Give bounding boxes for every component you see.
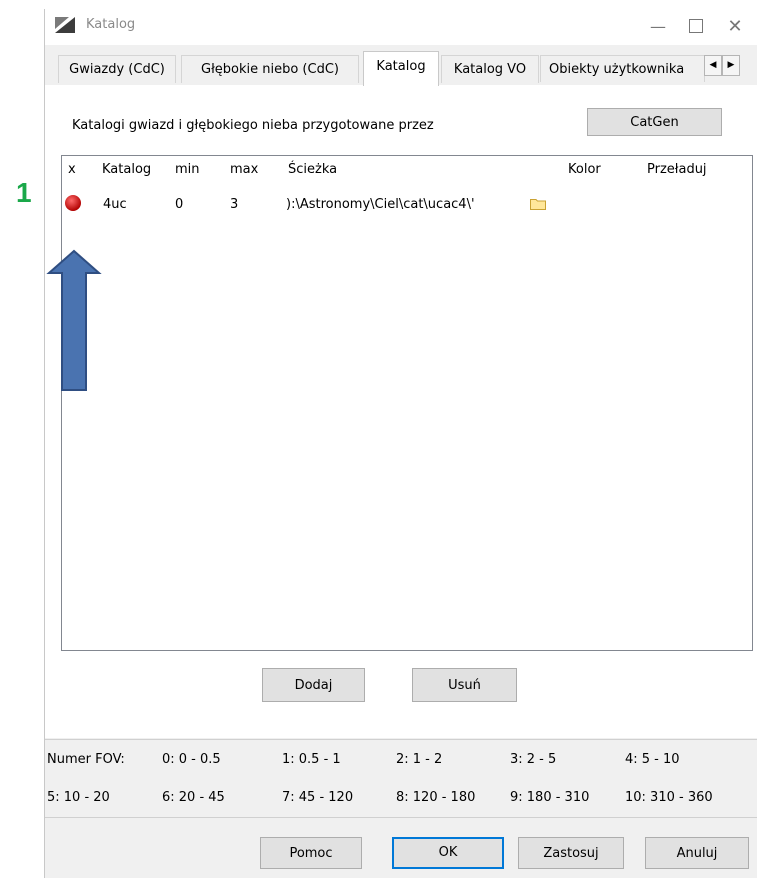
- minimize-icon[interactable]: —: [641, 10, 675, 42]
- row-min[interactable]: 0: [175, 197, 183, 212]
- row-path[interactable]: ):\Astronomy\Ciel\cat\ucac4\': [286, 197, 526, 212]
- close-icon[interactable]: ✕: [718, 10, 752, 42]
- tab-katalog[interactable]: Katalog: [363, 51, 439, 86]
- tab-gwiazdy[interactable]: Gwiazdy (CdC): [58, 55, 176, 83]
- up-arrow: [46, 249, 102, 391]
- fov-range: 9: 180 - 310: [510, 790, 590, 805]
- row-katalog: 4uc: [103, 197, 127, 212]
- column-header-max[interactable]: max: [230, 162, 258, 177]
- fov-range: 7: 45 - 120: [282, 790, 354, 805]
- catgen-button[interactable]: CatGen: [587, 108, 722, 136]
- column-header-przeladuj[interactable]: Przeładuj: [647, 162, 707, 177]
- fov-label: Numer FOV:: [47, 752, 125, 767]
- help-button[interactable]: Pomoc: [260, 837, 362, 869]
- red-dot-icon[interactable]: [64, 194, 82, 212]
- fov-range: 3: 2 - 5: [510, 752, 557, 767]
- cancel-button[interactable]: Anuluj: [645, 837, 749, 869]
- catalog-table[interactable]: [61, 155, 753, 651]
- column-header-min[interactable]: min: [175, 162, 200, 177]
- annotation-number: 1: [16, 177, 32, 208]
- row-max[interactable]: 3: [230, 197, 238, 212]
- remove-button[interactable]: Usuń: [412, 668, 517, 702]
- column-header-katalog[interactable]: Katalog: [102, 162, 151, 177]
- fov-range: 8: 120 - 180: [396, 790, 476, 805]
- fov-range: 1: 0.5 - 1: [282, 752, 341, 767]
- fov-range: 4: 5 - 10: [625, 752, 680, 767]
- fov-range: 2: 1 - 2: [396, 752, 443, 767]
- tab-obiekty-uzytkownika[interactable]: Obiekty użytkownika: [540, 55, 705, 82]
- window-title: Katalog: [86, 17, 136, 32]
- tab-katalog-vo[interactable]: Katalog VO: [441, 55, 539, 83]
- fov-range: 10: 310 - 360: [625, 790, 713, 805]
- divider: [45, 739, 757, 740]
- column-header-kolor[interactable]: Kolor: [568, 162, 601, 177]
- tab-scroll-left-icon[interactable]: ◀: [704, 55, 722, 76]
- maximize-icon[interactable]: [679, 10, 713, 42]
- column-header-sciezka[interactable]: Ścieżka: [288, 162, 337, 177]
- ok-button[interactable]: OK: [392, 837, 504, 869]
- add-button[interactable]: Dodaj: [262, 668, 365, 702]
- fov-range: 6: 20 - 45: [162, 790, 225, 805]
- catalog-description: Katalogi gwiazd i głębokiego nieba przyg…: [72, 118, 434, 133]
- column-header-x[interactable]: x: [68, 162, 76, 177]
- tab-glebokie-niebo[interactable]: Głębokie niebo (CdC): [181, 55, 359, 83]
- fov-range: 0: 0 - 0.5: [162, 752, 221, 767]
- divider: [45, 817, 757, 818]
- tab-scroll-right-icon[interactable]: ▶: [722, 55, 740, 76]
- fov-range: 5: 10 - 20: [47, 790, 110, 805]
- apply-button[interactable]: Zastosuj: [518, 837, 624, 869]
- folder-icon[interactable]: [530, 198, 546, 210]
- app-icon: [55, 17, 75, 33]
